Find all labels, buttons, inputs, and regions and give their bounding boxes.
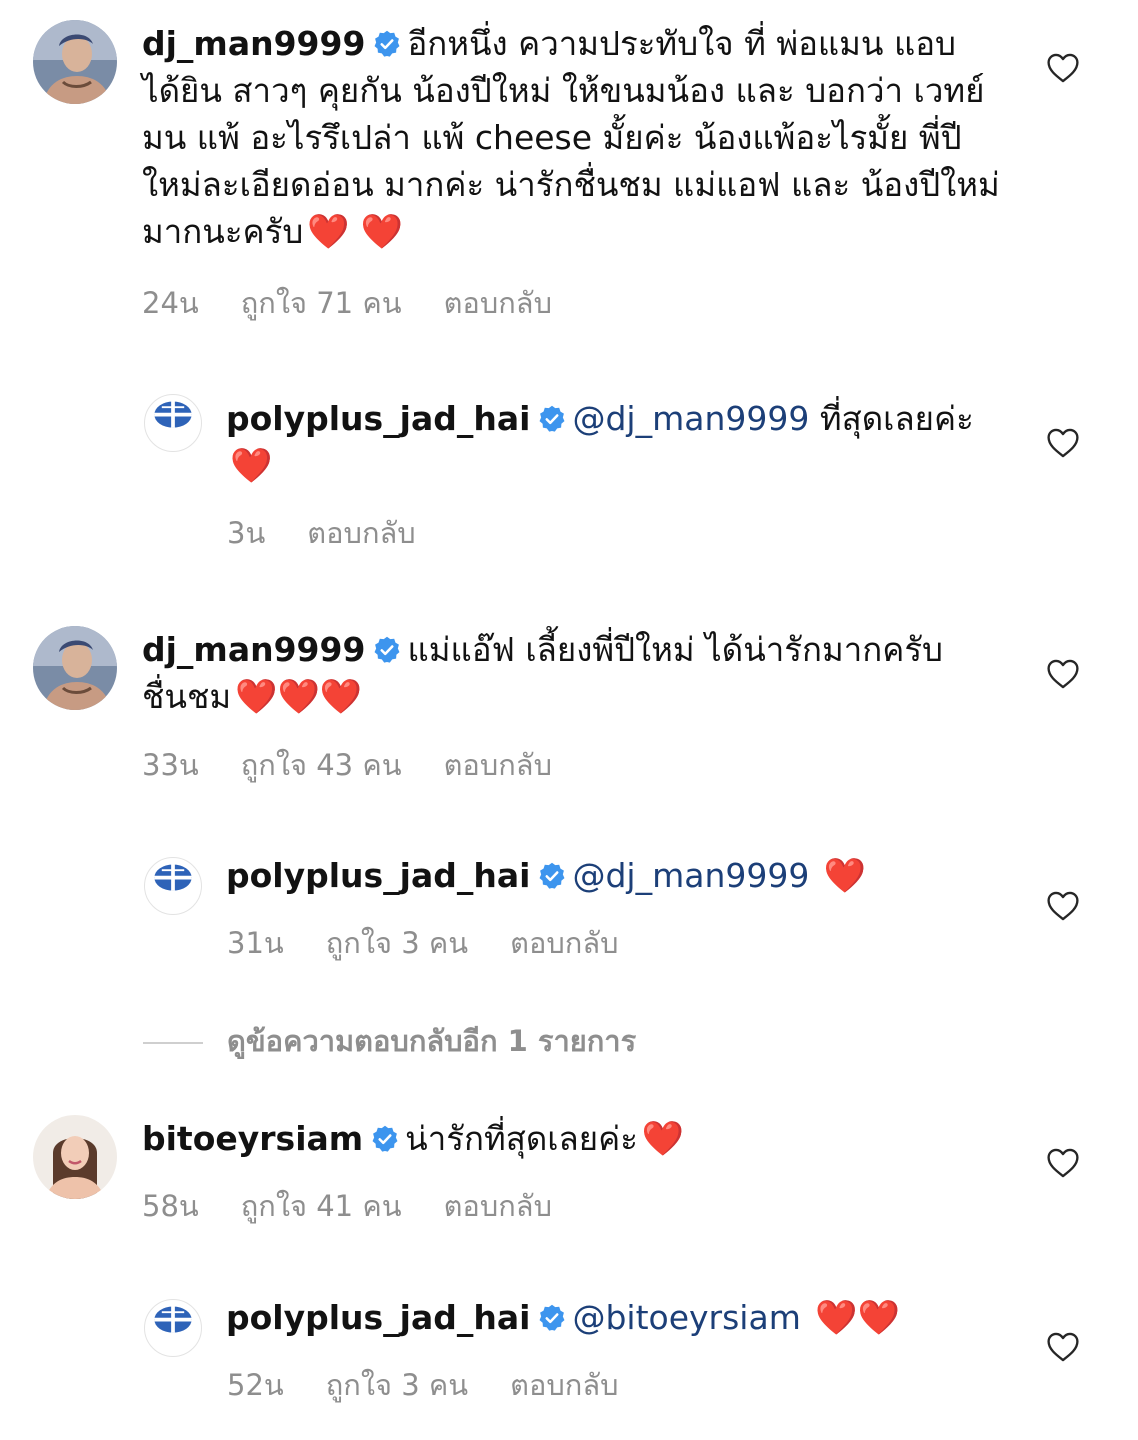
like-heart-icon[interactable] (1045, 1329, 1081, 1365)
comment-body: น่ารักที่สุดเลยค่ะ (405, 1119, 638, 1158)
avatar[interactable] (33, 1115, 117, 1199)
verified-badge-icon (373, 30, 401, 58)
timestamp: 52น (227, 1368, 284, 1402)
avatar[interactable] (33, 626, 117, 710)
comment-text: polyplus_jad_hai @dj_man9999 ❤️ (226, 852, 986, 900)
view-more-replies[interactable]: ดูข้อความตอบกลับอีก 1 รายการ (143, 1018, 636, 1064)
timestamp: 3น (227, 516, 266, 550)
likes-count[interactable]: ถูกใจ 3 คน (326, 920, 468, 966)
username[interactable]: polyplus_jad_hai (226, 1298, 530, 1337)
like-heart-icon[interactable] (1045, 888, 1081, 924)
reply-button[interactable]: ตอบกลับ (510, 1362, 618, 1408)
reply-button[interactable]: ตอบกลับ (444, 280, 552, 326)
likes-count[interactable]: ถูกใจ 3 คน (326, 1362, 468, 1408)
timestamp: 58น (142, 1189, 199, 1223)
comment-text: dj_man9999 แม่แอ๊ฟ เลี้ยงพี่ปีใหม่ ได้น่า… (142, 626, 962, 721)
avatar[interactable] (144, 394, 202, 452)
heart-emoji: ❤️ (823, 856, 867, 896)
mention-link[interactable]: @dj_man9999 (572, 399, 809, 438)
like-heart-icon[interactable] (1045, 425, 1081, 461)
comment-text: polyplus_jad_hai @bitoeyrsiam ❤️❤️ (226, 1294, 986, 1342)
verified-badge-icon (538, 1304, 566, 1332)
username[interactable]: polyplus_jad_hai (226, 856, 530, 895)
likes-count[interactable]: ถูกใจ 43 คน (241, 742, 402, 788)
heart-emoji: ❤️ ❤️ (307, 212, 403, 252)
username[interactable]: dj_man9999 (142, 630, 365, 669)
polyplus-logo-icon (145, 1300, 201, 1356)
reply-button[interactable]: ตอบกลับ (307, 510, 415, 556)
view-more-label[interactable]: ดูข้อความตอบกลับอีก 1 รายการ (227, 1024, 636, 1058)
mention-link[interactable]: @dj_man9999 (572, 856, 809, 895)
reply-button[interactable]: ตอบกลับ (510, 920, 618, 966)
comment-meta: 58น ถูกใจ 41 คน ตอบกลับ (142, 1183, 594, 1229)
verified-badge-icon (538, 405, 566, 433)
comment-meta: 24น ถูกใจ 71 คน ตอบกลับ (142, 280, 594, 326)
heart-emoji: ❤️❤️ (815, 1298, 901, 1338)
comment-meta: 3น ตอบกลับ (227, 510, 458, 556)
reply-button[interactable]: ตอบกลับ (444, 1183, 552, 1229)
mention-link[interactable]: @bitoeyrsiam (572, 1298, 800, 1337)
comment-body (801, 1298, 812, 1337)
comment-text: dj_man9999 อีกหนึ่ง ความประทับใจ ที่ พ่อแ… (142, 20, 1002, 256)
comment-meta: 52น ถูกใจ 3 คน ตอบกลับ (227, 1362, 661, 1408)
timestamp: 33น (142, 748, 199, 782)
reply-button[interactable]: ตอบกลับ (444, 742, 552, 788)
divider-line (143, 1042, 203, 1044)
comment-text: polyplus_jad_hai @dj_man9999 ที่สุดเลยค่ะ… (226, 395, 986, 490)
verified-badge-icon (538, 862, 566, 890)
username[interactable]: dj_man9999 (142, 24, 365, 63)
avatar[interactable] (144, 1299, 202, 1357)
polyplus-logo-icon (145, 858, 201, 914)
comment-text: bitoeyrsiam น่ารักที่สุดเลยค่ะ ❤️ (142, 1115, 962, 1163)
heart-emoji: ❤️ (230, 446, 273, 486)
timestamp: 31น (227, 926, 284, 960)
comment-body: ที่สุดเลยค่ะ (809, 399, 974, 438)
like-heart-icon[interactable] (1045, 50, 1081, 86)
likes-count[interactable]: ถูกใจ 41 คน (241, 1183, 402, 1229)
avatar[interactable] (144, 857, 202, 915)
like-heart-icon[interactable] (1045, 1145, 1081, 1181)
heart-emoji: ❤️ (641, 1119, 685, 1159)
like-heart-icon[interactable] (1045, 656, 1081, 692)
comment-meta: 33น ถูกใจ 43 คน ตอบกลับ (142, 742, 594, 788)
verified-badge-icon (371, 1125, 399, 1153)
comment-body (809, 856, 820, 895)
polyplus-logo-icon (145, 395, 201, 451)
timestamp: 24น (142, 286, 199, 320)
likes-count[interactable]: ถูกใจ 71 คน (241, 280, 402, 326)
username[interactable]: bitoeyrsiam (142, 1119, 363, 1158)
comment-meta: 31น ถูกใจ 3 คน ตอบกลับ (227, 920, 661, 966)
username[interactable]: polyplus_jad_hai (226, 399, 530, 438)
avatar[interactable] (33, 20, 117, 104)
verified-badge-icon (373, 636, 401, 664)
heart-emoji: ❤️❤️❤️ (235, 677, 363, 717)
